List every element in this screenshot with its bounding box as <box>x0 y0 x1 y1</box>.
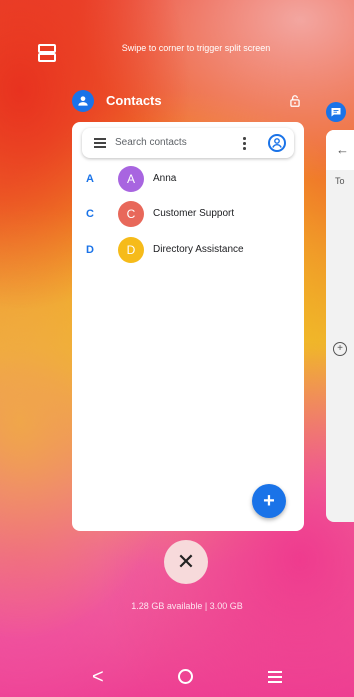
message-icon <box>331 108 341 117</box>
back-arrow-icon: ← <box>336 142 349 157</box>
to-label: To <box>335 176 345 186</box>
messages-app-icon[interactable] <box>326 102 346 122</box>
nav-back-button[interactable]: < <box>92 666 104 689</box>
contact-name: Customer Support <box>153 208 235 219</box>
person-icon <box>78 96 88 106</box>
contact-avatar: D <box>118 237 144 263</box>
split-screen-hint: Swipe to corner to trigger split screen <box>121 43 271 53</box>
app-header: Contacts <box>72 90 312 112</box>
contact-name: Directory Assistance <box>153 244 244 255</box>
search-bar[interactable]: Search contacts <box>82 128 294 158</box>
search-input[interactable]: Search contacts <box>115 137 187 148</box>
section-letter: C <box>86 208 94 220</box>
contact-row[interactable]: D D Directory Assistance <box>72 237 304 263</box>
side-card-toolbar: ← <box>326 130 354 170</box>
clear-all-button[interactable]: ✕ <box>164 540 208 584</box>
contact-row[interactable]: C C Customer Support <box>72 201 304 227</box>
app-title: Contacts <box>106 93 162 108</box>
menu-icon[interactable] <box>94 138 106 148</box>
contacts-app-icon[interactable] <box>72 90 94 112</box>
section-letter: D <box>86 244 94 256</box>
more-options-icon[interactable] <box>242 136 246 150</box>
section-letter: A <box>86 173 94 185</box>
account-icon[interactable] <box>268 134 286 152</box>
add-contact-button[interactable]: + <box>252 484 286 518</box>
contact-avatar: A <box>118 166 144 192</box>
nav-recents-button[interactable] <box>268 671 282 683</box>
contacts-app-card[interactable]: Search contacts A A Anna C C Customer Su… <box>72 122 304 531</box>
contact-name: Anna <box>153 173 177 184</box>
contact-avatar: C <box>118 201 144 227</box>
contact-row[interactable]: A A Anna <box>72 166 304 192</box>
split-screen-icon[interactable] <box>38 44 56 62</box>
account-person-icon <box>272 138 282 148</box>
messages-app-card[interactable]: ← To + <box>326 130 354 522</box>
memory-info: 1.28 GB available | 3.00 GB <box>131 601 243 611</box>
add-circle-icon: + <box>333 342 347 356</box>
lock-icon[interactable] <box>288 94 302 108</box>
nav-home-button[interactable] <box>178 669 193 684</box>
